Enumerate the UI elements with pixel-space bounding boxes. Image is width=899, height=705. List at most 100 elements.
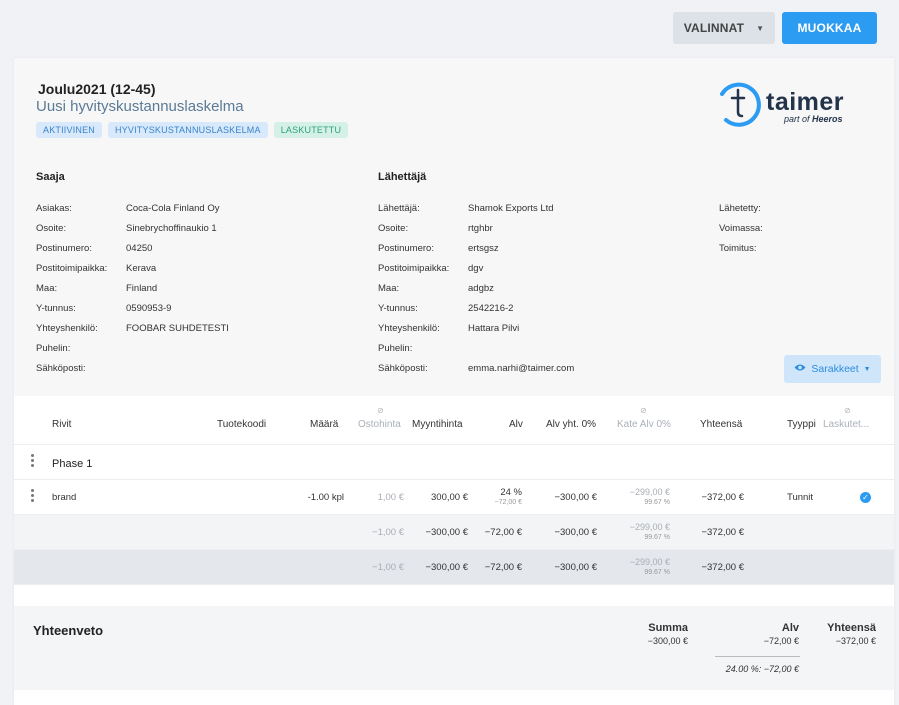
saaja-label: Osoite: [36,223,67,234]
card-header: Joulu2021 (12-45) Uusi hyvityskustannusl… [14,58,894,396]
saaja-row: Osoite: Sinebrychoffinaukio 1 [36,223,229,243]
saaja-label: Puhelin: [36,343,71,354]
hidden-eye-icon[interactable]: ⊘ [844,406,851,415]
hidden-eye-icon[interactable]: ⊘ [377,406,384,415]
saaja-row: Sähköposti: [36,363,229,383]
total-ostohinta: −1,00 € [372,562,404,573]
invoice-card: Joulu2021 (12-45) Uusi hyvityskustannusl… [14,58,894,705]
logo-part-of: part of [784,114,810,124]
lahettaja-label: Maa: [378,283,400,294]
saaja-value: Finland [126,283,158,294]
page-subtitle: Uusi hyvityskustannuslaskelma [36,98,244,115]
lahettaja-value: ertsgsz [468,243,499,254]
col-kate-alv[interactable]: Kate Alv 0% [617,419,671,430]
saaja-label: Maa: [36,283,58,294]
saaja-info: Asiakas: Coca-Cola Finland Oy Osoite: Sine… [36,203,229,383]
col-alv-yht[interactable]: Alv yht. 0% [546,419,596,430]
top-toolbar: VALINNAT ▼ MUOKKAA [673,12,877,44]
row-maara: -1.00 kpl [307,492,344,503]
saaja-row: Puhelin: [36,343,229,363]
meta-row: Toimitus: [719,243,809,263]
lahettaja-row: Postitoimipaikka: dgv [378,263,574,283]
status-tags: AKTIIVINEN HYVITYSKUSTANNUSLASKELMA LASK… [36,122,349,138]
saaja-value: Sinebrychoffinaukio 1 [126,223,217,234]
drag-handle-icon[interactable] [31,489,34,504]
row-kate: −299,00 € [629,487,670,497]
lahettaja-row: Sähköposti: emma.narhi@taimer.com [378,363,574,383]
summary-summa-label: Summa [648,622,688,634]
col-alv[interactable]: Alv [509,419,523,430]
col-laskutettu[interactable]: Laskutet... [823,419,869,430]
lahettaja-value: dgv [468,263,484,274]
page-title: Joulu2021 (12-45) [38,81,156,97]
lahettaja-label: Puhelin: [378,343,413,354]
total-alv-yht: −300,00 € [554,562,597,573]
col-yhteensa[interactable]: Yhteensä [700,419,742,430]
meta-label: Voimassa: [719,223,763,234]
row-yhteensa: −372,00 € [701,492,744,503]
saaja-label: Postinumero: [36,243,92,254]
saaja-row: Asiakas: Coca-Cola Finland Oy [36,203,229,223]
summary-summa: −300,00 € [647,636,688,646]
sarakkeet-label: Sarakkeet [811,363,859,375]
lahettaja-row: Lähettäjä: Shamok Exports Ltd [378,203,574,223]
saaja-row: Postitoimipaikka: Kerava [36,263,229,283]
summary-divider [715,656,800,657]
summary-alv-label: Alv [781,622,799,634]
lahettaja-value: emma.narhi@taimer.com [468,363,575,374]
meta-info: Lähetetty: Voimassa: Toimitus: [719,203,809,263]
saaja-value: 0590953-9 [126,303,172,314]
rows-table: Rivit Tuotekoodi Määrä ⊘ Ostohinta Myynt… [14,398,894,585]
subtotal-ostohinta: −1,00 € [372,527,404,538]
lahettaja-label: Postitoimipaikka: [378,263,450,274]
row-alv-sub: −72,00 € [494,499,522,506]
col-myyntihinta[interactable]: Myyntihinta [412,419,463,430]
meta-row: Voimassa: [719,223,809,243]
drag-handle-icon[interactable] [31,454,34,469]
lahettaja-value: adgbz [468,283,494,294]
lahettaja-label: Osoite: [378,223,409,234]
hidden-eye-icon[interactable]: ⊘ [640,406,647,415]
lahettaja-value: Hattara Pilvi [468,323,520,334]
muokkaa-button[interactable]: MUOKKAA [782,12,877,44]
lahettaja-label: Lähettäjä: [378,203,420,214]
saaja-value: FOOBAR SUHDETESTI [126,323,229,334]
lahettaja-row: Puhelin: [378,343,574,363]
saaja-label: Y-tunnus: [36,303,76,314]
saaja-title: Saaja [36,171,65,183]
subtotal-myyntihinta: −300,00 € [425,527,468,538]
row-ostohinta: 1,00 € [377,492,404,503]
logo-word: taimer [766,88,845,116]
col-tyyppi[interactable]: Tyyppi [787,419,816,430]
saaja-label: Postitoimipaikka: [36,263,108,274]
saaja-label: Yhteyshenkilö: [36,323,98,334]
lahettaja-label: Y-tunnus: [378,303,418,314]
summary-title: Yhteenveto [33,623,104,638]
taimer-logo-icon [720,82,761,127]
sarakkeet-button[interactable]: Sarakkeet ▼ [784,355,881,383]
phase-row[interactable]: Phase 1 [14,445,894,480]
subtotal-kate: −299,00 € [629,522,670,532]
lahettaja-label: Yhteyshenkilö: [378,323,440,334]
saaja-row: Postinumero: 04250 [36,243,229,263]
subtotal-kate-pct: 99.67 % [644,534,670,541]
total-kate: −299,00 € [629,557,670,567]
col-maara[interactable]: Määrä [310,419,338,430]
col-rivit[interactable]: Rivit [52,419,71,430]
caret-down-icon: ▼ [863,365,871,373]
status-badge-active: AKTIIVINEN [36,122,103,138]
table-header: Rivit Tuotekoodi Määrä ⊘ Ostohinta Myynt… [14,398,894,445]
col-tuotekoodi[interactable]: Tuotekoodi [217,419,266,430]
saaja-value: Coca-Cola Finland Oy [126,203,220,214]
saaja-label: Sähköposti: [36,363,86,374]
status-badge-type: HYVITYSKUSTANNUSLASKELMA [108,122,268,138]
valinnat-button[interactable]: VALINNAT ▼ [673,12,775,44]
meta-row: Lähetetty: [719,203,809,223]
subtotal-row: −1,00 € −300,00 € −72,00 € −300,00 € −29… [14,515,894,550]
logo-sub: part of Heeros [784,114,843,124]
taimer-logo: taimer part of Heeros [712,78,852,130]
table-row[interactable]: brand -1.00 kpl 1,00 € 300,00 € 24 % −72… [14,480,894,515]
lahettaja-title: Lähettäjä [378,171,427,183]
total-kate-pct: 99.67 % [644,569,670,576]
col-ostohinta[interactable]: Ostohinta [358,419,401,430]
